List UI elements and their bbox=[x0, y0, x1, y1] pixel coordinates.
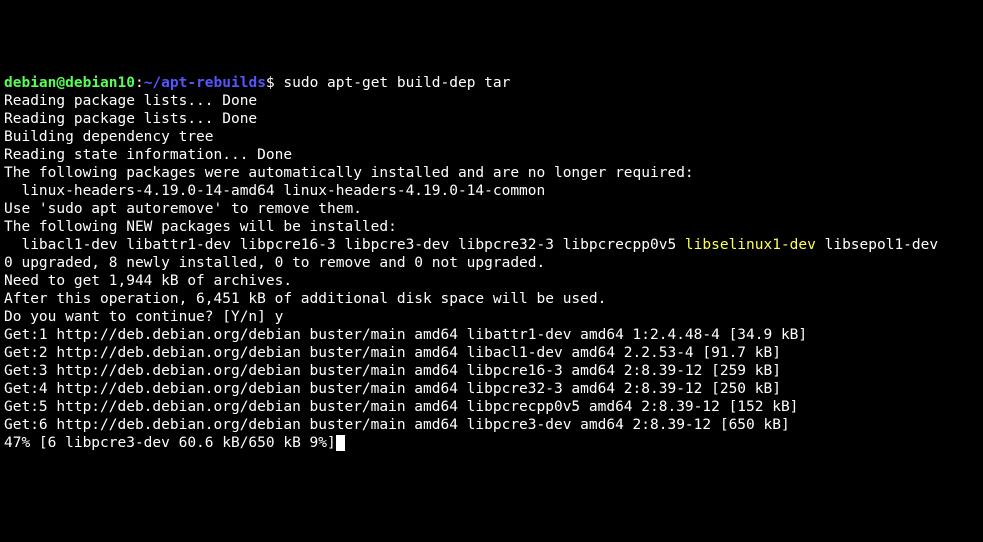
output-line: Reading package lists... Done bbox=[4, 92, 979, 110]
prompt-dollar: $ bbox=[266, 75, 283, 91]
output-line: Building dependency tree bbox=[4, 128, 979, 146]
terminal-output[interactable]: debian@debian10:~/apt-rebuilds$ sudo apt… bbox=[4, 74, 979, 452]
output-line: libacl1-dev libattr1-dev libpcre16-3 lib… bbox=[4, 236, 979, 254]
pkg-list-part: libsepol1-dev bbox=[816, 237, 938, 253]
output-line: The following NEW packages will be insta… bbox=[4, 218, 979, 236]
output-line: Get:2 http://deb.debian.org/debian buste… bbox=[4, 344, 979, 362]
cursor-block-icon bbox=[336, 435, 345, 451]
progress-line: 47% [6 libpcre3-dev 60.6 kB/650 kB 9%] bbox=[4, 434, 979, 452]
output-line: Do you want to continue? [Y/n] y bbox=[4, 308, 979, 326]
output-line: Get:3 http://deb.debian.org/debian buste… bbox=[4, 362, 979, 380]
output-line: Get:6 http://deb.debian.org/debian buste… bbox=[4, 416, 979, 434]
output-line: Get:1 http://deb.debian.org/debian buste… bbox=[4, 326, 979, 344]
output-line: Reading state information... Done bbox=[4, 146, 979, 164]
prompt-at: @ bbox=[56, 75, 65, 91]
prompt-host: debian10 bbox=[65, 75, 135, 91]
prompt-colon: : bbox=[135, 75, 144, 91]
output-line: Reading package lists... Done bbox=[4, 110, 979, 128]
output-line: The following packages were automaticall… bbox=[4, 164, 979, 182]
prompt-user: debian bbox=[4, 75, 56, 91]
output-line: Get:4 http://deb.debian.org/debian buste… bbox=[4, 380, 979, 398]
output-line: Need to get 1,944 kB of archives. bbox=[4, 272, 979, 290]
pkg-highlight: libselinux1-dev bbox=[685, 237, 816, 253]
prompt-path: ~/apt-rebuilds bbox=[144, 75, 266, 91]
progress-text: 47% [6 libpcre3-dev 60.6 kB/650 kB 9%] bbox=[4, 435, 336, 451]
pkg-list-part: libacl1-dev libattr1-dev libpcre16-3 lib… bbox=[4, 237, 685, 253]
command-text: sudo apt-get build-dep tar bbox=[283, 75, 510, 91]
output-line: After this operation, 6,451 kB of additi… bbox=[4, 290, 979, 308]
prompt-line: debian@debian10:~/apt-rebuilds$ sudo apt… bbox=[4, 74, 979, 92]
output-line: Use 'sudo apt autoremove' to remove them… bbox=[4, 200, 979, 218]
output-line: 0 upgraded, 8 newly installed, 0 to remo… bbox=[4, 254, 979, 272]
output-line: linux-headers-4.19.0-14-amd64 linux-head… bbox=[4, 182, 979, 200]
output-line: Get:5 http://deb.debian.org/debian buste… bbox=[4, 398, 979, 416]
